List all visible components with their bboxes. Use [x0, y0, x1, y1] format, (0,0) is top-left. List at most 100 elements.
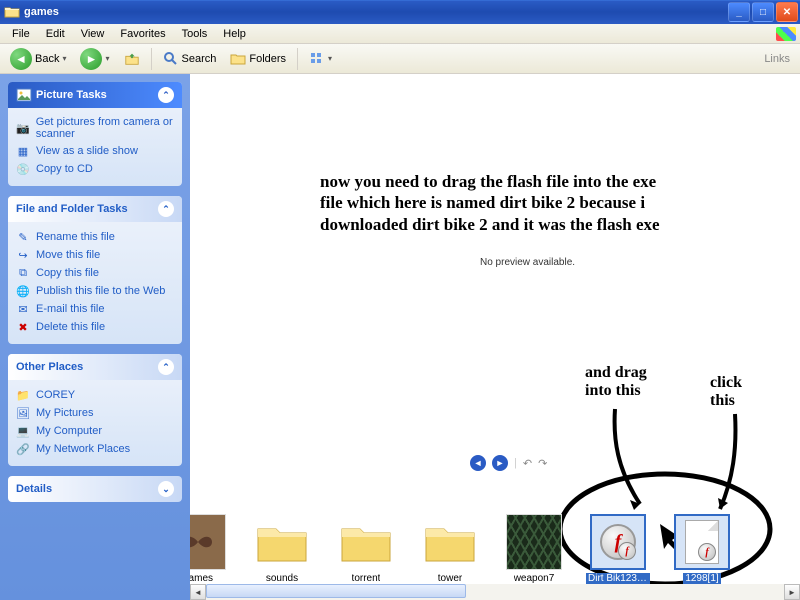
views-button[interactable]: ▾ [303, 48, 338, 70]
task-delete[interactable]: ✖ Delete this file [16, 318, 174, 336]
prev-button[interactable]: ◄ [470, 455, 486, 471]
folder-icon [254, 514, 310, 570]
copy-icon: ⧉ [16, 266, 30, 280]
file-item-sounds[interactable]: sounds [250, 514, 314, 584]
dropdown-icon: ▾ [105, 54, 109, 63]
file-item-tower[interactable]: tower [418, 514, 482, 584]
next-button[interactable]: ► [492, 455, 508, 471]
details-header[interactable]: Details ⌄ [8, 476, 182, 502]
picture-tasks-header[interactable]: Picture Tasks ⌃ [8, 82, 182, 108]
menu-edit[interactable]: Edit [38, 26, 73, 42]
other-places-header[interactable]: Other Places ⌃ [8, 354, 182, 380]
folders-label: Folders [249, 53, 286, 65]
scroll-thumb[interactable] [206, 584, 466, 598]
file-tasks-panel: File and Folder Tasks ⌃ ✎Rename this fil… [8, 196, 182, 344]
search-button[interactable]: Search [157, 48, 223, 70]
task-label: Copy this file [36, 267, 99, 279]
place-label: My Computer [36, 425, 102, 437]
chevron-up-icon[interactable]: ⌃ [158, 87, 174, 103]
task-slideshow[interactable]: ▦ View as a slide show [16, 142, 174, 160]
cd-icon: 💿 [16, 162, 30, 176]
details-title: Details [16, 483, 52, 495]
back-arrow-icon: ◄ [10, 48, 32, 70]
rotate-ccw-button[interactable]: ↶ [523, 457, 532, 470]
menu-help[interactable]: Help [215, 26, 254, 42]
place-my-pictures[interactable]: 🖼My Pictures [16, 404, 174, 422]
task-move[interactable]: ↪Move this file [16, 246, 174, 264]
task-label: Rename this file [36, 231, 115, 243]
task-get-pictures[interactable]: 📷Get pictures from camera or scanner [16, 114, 174, 142]
views-icon [309, 51, 325, 67]
horizontal-scrollbar[interactable]: ◄ ► [190, 584, 800, 600]
place-network[interactable]: 🔗My Network Places [16, 440, 174, 458]
file-label: Dirt Bik1238[1] [586, 573, 650, 584]
slideshow-icon: ▦ [16, 144, 30, 158]
forward-button[interactable]: ► ▾ [74, 45, 115, 73]
place-corey[interactable]: 📁 COREY [16, 386, 174, 404]
folders-button[interactable]: Folders [224, 48, 292, 70]
annotation-instruction: now you need to drag the flash file into… [320, 171, 660, 235]
separator [297, 48, 298, 70]
details-panel: Details ⌄ [8, 476, 182, 502]
place-label: My Pictures [36, 407, 93, 419]
annotation-drag: and drag into this [585, 364, 665, 400]
file-tasks-header[interactable]: File and Folder Tasks ⌃ [8, 196, 182, 222]
menu-favorites[interactable]: Favorites [112, 26, 173, 42]
scroll-track[interactable] [206, 584, 784, 600]
task-label: View as a slide show [36, 145, 138, 157]
up-button[interactable] [118, 48, 146, 70]
place-label: COREY [36, 389, 75, 401]
menu-view[interactable]: View [73, 26, 113, 42]
file-item-torrent[interactable]: torrent [334, 514, 398, 584]
file-item-weapon7[interactable]: weapon7 [502, 514, 566, 584]
task-label: Get pictures from camera or scanner [36, 116, 174, 140]
window-buttons: _ □ ✕ [728, 2, 798, 22]
chevron-up-icon[interactable]: ⌃ [158, 201, 174, 217]
search-label: Search [182, 53, 217, 65]
file-label: weapon7 [514, 573, 555, 584]
place-my-computer[interactable]: 💻 My Computer [16, 422, 174, 440]
search-icon [163, 51, 179, 67]
task-copy-cd[interactable]: 💿Copy to CD [16, 160, 174, 178]
separator: | [514, 457, 517, 469]
file-item-1298[interactable]: 1298[1] [670, 514, 734, 584]
content-area: now you need to drag the flash file into… [190, 74, 800, 600]
chevron-down-icon[interactable]: ⌄ [158, 481, 174, 497]
menubar: File Edit View Favorites Tools Help [0, 24, 800, 44]
file-item-dirtbike[interactable]: Dirt Bik1238[1] [586, 514, 650, 584]
file-label: torrent [352, 573, 381, 584]
window-title: games [24, 6, 728, 18]
menu-file[interactable]: File [4, 26, 38, 42]
folder-icon [4, 4, 20, 20]
scroll-left-button[interactable]: ◄ [190, 584, 206, 600]
close-button[interactable]: ✕ [776, 2, 798, 22]
web-icon: 🌐 [16, 284, 30, 298]
task-rename[interactable]: ✎Rename this file [16, 228, 174, 246]
task-publish[interactable]: 🌐Publish this file to the Web [16, 282, 174, 300]
filmstrip-controls: ◄ ► | ↶ ↷ [470, 455, 547, 471]
maximize-button[interactable]: □ [752, 2, 774, 22]
task-copy[interactable]: ⧉ Copy this file [16, 264, 174, 282]
task-label: Delete this file [36, 321, 105, 333]
folders-icon [230, 51, 246, 67]
task-label: Move this file [36, 249, 100, 261]
chevron-up-icon[interactable]: ⌃ [158, 359, 174, 375]
rotate-cw-button[interactable]: ↷ [538, 457, 547, 470]
back-button[interactable]: ◄ Back ▾ [4, 45, 72, 73]
picture-tasks-title: Picture Tasks [36, 89, 107, 101]
scroll-right-button[interactable]: ► [784, 584, 800, 600]
network-icon: 🔗 [16, 442, 30, 456]
file-item-names[interactable]: names [190, 514, 230, 584]
computer-icon: 💻 [16, 424, 30, 438]
separator [151, 48, 152, 70]
menu-tools[interactable]: Tools [174, 26, 216, 42]
task-email[interactable]: ✉E-mail this file [16, 300, 174, 318]
windows-flag-icon [776, 27, 796, 41]
delete-icon: ✖ [16, 320, 30, 334]
dropdown-icon: ▾ [62, 54, 66, 63]
folder-icon: 📁 [16, 388, 30, 402]
annotation-click: click this [710, 374, 770, 410]
titlebar: games _ □ ✕ [0, 0, 800, 24]
minimize-button[interactable]: _ [728, 2, 750, 22]
task-label: E-mail this file [36, 303, 104, 315]
